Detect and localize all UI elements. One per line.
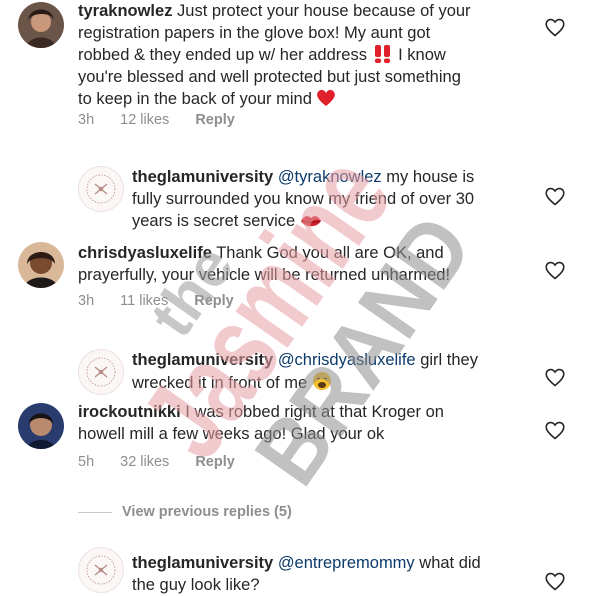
heart-outline-icon[interactable]	[544, 571, 566, 591]
comment-line: prayerfully, your vehicle will be return…	[78, 266, 451, 284]
view-previous-replies-button[interactable]: View previous replies (5)	[78, 504, 292, 520]
avatar-chrisdyasluxelife[interactable]	[18, 242, 64, 288]
like-count[interactable]: 12 likes	[120, 112, 169, 128]
timestamp: 3h	[78, 112, 95, 128]
comment-line: girl they	[415, 351, 478, 369]
reply-button[interactable]: Reply	[194, 293, 234, 309]
heart-outline-icon[interactable]	[544, 260, 566, 280]
comment-line: what did	[414, 554, 481, 572]
mention-link[interactable]: @tyraknowlez	[278, 168, 382, 186]
like-count[interactable]: 32 likes	[120, 454, 169, 470]
avatar-theglamuniversity[interactable]	[78, 547, 124, 593]
comment-line: howell mill a few weeks ago! Glad your o…	[78, 425, 385, 443]
weary-face-emoji	[312, 372, 331, 390]
avatar-theglamuniversity[interactable]	[78, 349, 124, 395]
username[interactable]: theglamuniversity	[132, 554, 273, 572]
heart-outline-icon[interactable]	[544, 17, 566, 37]
avatar-theglamuniversity[interactable]	[78, 166, 124, 212]
heart-outline-icon[interactable]	[544, 420, 566, 440]
comment-line: Just protect your house because of your	[172, 2, 471, 20]
comment-line: I know	[393, 46, 446, 64]
heart-outline-icon[interactable]	[544, 186, 566, 206]
timestamp: 3h	[78, 293, 95, 309]
mention-link[interactable]: @chrisdyasluxelife	[278, 351, 416, 369]
comment-line: registration papers in the glove box! My…	[78, 24, 431, 42]
avatar-tyraknowlez[interactable]	[18, 2, 64, 48]
avatar-irockoutnikki[interactable]	[18, 403, 64, 449]
comment-text: irockoutnikki I was robbed right at that…	[78, 401, 444, 445]
comment-text: theglamuniversity @entrepremommy what di…	[132, 552, 481, 596]
comment-line: Thank God you all are OK, and	[211, 244, 444, 262]
username[interactable]: irockoutnikki	[78, 403, 181, 421]
comment-line: you're blessed and well protected but ju…	[78, 68, 461, 86]
comment-text: tyraknowlez Just protect your house beca…	[78, 0, 471, 110]
username[interactable]: chrisdyasluxelife	[78, 244, 212, 262]
comment-line: I was robbed right at that Kroger on	[180, 403, 444, 421]
brand-logo-icon	[86, 357, 116, 387]
double-exclamation-emoji	[374, 45, 390, 63]
comment-line: the guy look like?	[132, 576, 260, 594]
comment-text: theglamuniversity @tyraknowlez my house …	[132, 166, 474, 232]
comment-line: wrecked it in front of me	[132, 374, 312, 392]
comment-meta: 3h 11 likes Reply	[78, 293, 260, 309]
comment-line: to keep in the back of your mind	[78, 90, 317, 108]
mention-link[interactable]: @entrepremommy	[278, 554, 415, 572]
heart-outline-icon[interactable]	[544, 367, 566, 387]
comment-line: my house is	[381, 168, 475, 186]
like-count[interactable]: 11 likes	[120, 293, 168, 309]
timestamp: 5h	[78, 454, 95, 470]
comment-line: fully surrounded you know my friend of o…	[132, 190, 475, 208]
divider	[78, 511, 112, 513]
reply-button[interactable]: Reply	[195, 454, 235, 470]
reply-button[interactable]: Reply	[195, 112, 235, 128]
view-previous-label: View previous replies (5)	[122, 504, 292, 520]
comment-line: years is secret service	[132, 212, 300, 230]
comment-line: robbed & they ended up w/ her address	[78, 46, 372, 64]
red-heart-emoji	[317, 89, 336, 106]
comment-text: chrisdyasluxelife Thank God you all are …	[78, 242, 450, 286]
comment-meta: 3h 12 likes Reply	[78, 112, 261, 128]
comment-meta: 5h 32 likes Reply	[78, 454, 261, 470]
username[interactable]: theglamuniversity	[132, 168, 273, 186]
brand-logo-icon	[86, 555, 116, 585]
username[interactable]: tyraknowlez	[78, 2, 172, 20]
username[interactable]: theglamuniversity	[132, 351, 273, 369]
lips-emoji	[300, 216, 321, 227]
brand-logo-icon	[86, 174, 116, 204]
comment-text: theglamuniversity @chrisdyasluxelife gir…	[132, 349, 478, 394]
